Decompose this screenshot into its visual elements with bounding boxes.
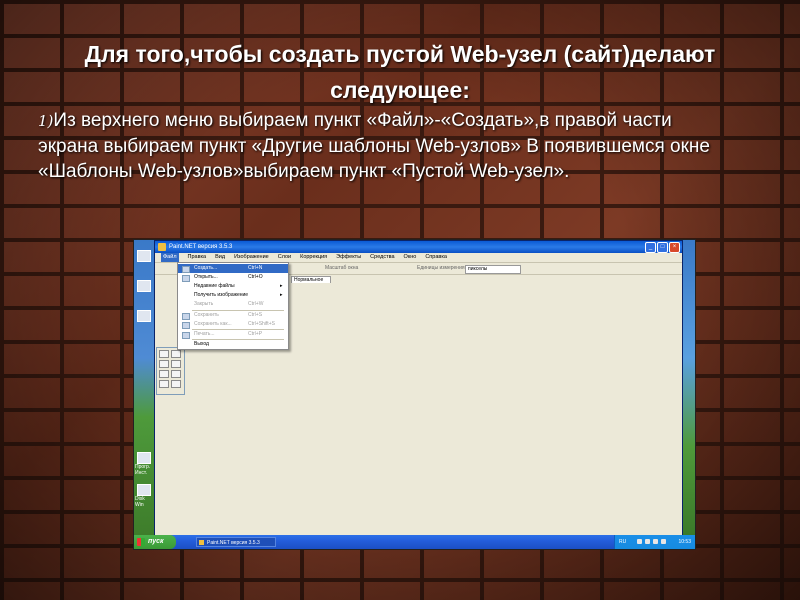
window-title: Paint.NET версия 3.5.3 xyxy=(169,244,233,250)
taskbar-item-paint-net[interactable]: Paint.NET версия 3.5.3 xyxy=(196,537,276,547)
tools-panel xyxy=(156,347,185,395)
menu-tools[interactable]: Средства xyxy=(370,253,394,262)
slide-title: Для того,чтобы создать пустой Web-узел (… xyxy=(84,41,716,103)
language-indicator[interactable]: RU xyxy=(619,535,626,549)
open-icon xyxy=(182,275,190,282)
window-titlebar[interactable]: Paint.NET версия 3.5.3 _ □ × xyxy=(155,241,682,253)
menu-effects[interactable]: Эффекты xyxy=(336,253,361,262)
maximize-button[interactable]: □ xyxy=(657,242,668,253)
zoom-label: Масштаб окна xyxy=(325,265,359,271)
units-select[interactable]: пикселы xyxy=(465,265,521,274)
paint-net-window: Paint.NET версия 3.5.3 _ □ × Файл Правка… xyxy=(154,240,683,537)
tool-icon[interactable] xyxy=(159,350,169,358)
tool-icon[interactable] xyxy=(159,370,169,378)
units-label: Единицы измерения xyxy=(417,265,465,271)
tool-icon[interactable] xyxy=(171,370,181,378)
desktop-icon xyxy=(137,310,151,322)
menu-file[interactable]: Файл xyxy=(161,253,179,262)
desktop-icon-label: Disk Win xyxy=(135,496,145,508)
taskbar: пуск Paint.NET версия 3.5.3 RU 10:53 xyxy=(134,535,695,549)
desktop-icon-label: Прогр. Инст. xyxy=(135,464,151,476)
submenu-arrow-icon: ▸ xyxy=(280,283,283,289)
tray-icon[interactable] xyxy=(645,539,650,544)
menu-adjustments[interactable]: Коррекция xyxy=(300,253,327,262)
desktop-icon xyxy=(137,280,151,292)
save-as-icon xyxy=(182,322,190,329)
menu-edit[interactable]: Правка xyxy=(188,253,207,262)
app-icon xyxy=(158,243,166,251)
body-text: Из верхнего меню выбираем пункт «Файл»-«… xyxy=(38,110,710,182)
print-icon xyxy=(182,332,190,339)
desktop-icon xyxy=(137,250,151,262)
tool-icon[interactable] xyxy=(171,360,181,368)
tray-icon[interactable] xyxy=(653,539,658,544)
menu-item-save: Сохранить Ctrl+S xyxy=(178,311,288,320)
new-icon xyxy=(182,266,190,273)
tray-icon[interactable] xyxy=(637,539,642,544)
desktop-left: Прогр. Инст. Disk Win xyxy=(134,240,154,535)
menu-item-print: Печать... Ctrl+P xyxy=(178,330,288,339)
tool-icon[interactable] xyxy=(171,350,181,358)
app-icon xyxy=(199,540,204,545)
body-number: 1) xyxy=(38,112,54,130)
menu-item-open[interactable]: Открыть... Ctrl+O xyxy=(178,273,288,282)
desktop-right xyxy=(681,240,695,535)
menu-view[interactable]: Вид xyxy=(215,253,225,262)
menu-item-exit[interactable]: Выход xyxy=(178,340,288,349)
tool-icon[interactable] xyxy=(159,360,169,368)
system-tray: RU 10:53 xyxy=(614,535,695,549)
menu-item-recent[interactable]: Недавние файлы ▸ xyxy=(178,282,288,291)
desktop-icon xyxy=(137,452,151,464)
submenu-arrow-icon: ▸ xyxy=(280,292,283,298)
clock: 10:53 xyxy=(678,539,691,545)
tray-icon[interactable] xyxy=(661,539,666,544)
menu-window[interactable]: Окно xyxy=(404,253,417,262)
desktop-icon xyxy=(137,484,151,496)
minimize-button[interactable]: _ xyxy=(645,242,656,253)
menu-help[interactable]: Справка xyxy=(425,253,447,262)
menu-image[interactable]: Изображение xyxy=(234,253,269,262)
slide-body: 1)Из верхнего меню выбираем пункт «Файл»… xyxy=(38,108,728,184)
windows-flag-icon xyxy=(137,538,145,546)
paint-net-screenshot: Прогр. Инст. Disk Win Paint.NET версия 3… xyxy=(133,239,696,550)
menu-item-close: Закрыть Ctrl+W xyxy=(194,301,264,307)
file-menu-dropdown: Создать... Ctrl+N Открыть... Ctrl+O Неда… xyxy=(177,262,289,350)
menu-item-acquire[interactable]: Получить изображение ▸ xyxy=(178,291,288,300)
start-button[interactable]: пуск xyxy=(134,535,176,549)
tool-icon[interactable] xyxy=(171,380,181,388)
close-button[interactable]: × xyxy=(669,242,680,253)
menu-layers[interactable]: Слои xyxy=(278,253,291,262)
save-icon xyxy=(182,313,190,320)
menu-item-new[interactable]: Создать... Ctrl+N xyxy=(178,264,288,273)
menu-item-save-as: Сохранить как... Ctrl+Shift+S xyxy=(178,320,288,329)
tool-icon[interactable] xyxy=(159,380,169,388)
